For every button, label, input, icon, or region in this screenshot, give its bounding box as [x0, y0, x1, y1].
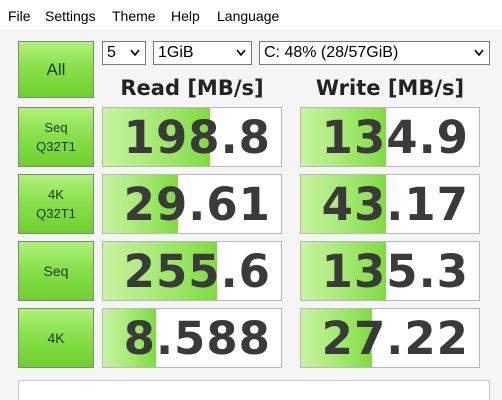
seq-q32t1-button[interactable]: Seq Q32T1 — [18, 107, 94, 167]
4k-button[interactable]: 4K — [18, 308, 94, 368]
drive-select[interactable]: C: 48% (28/57GiB) — [259, 41, 490, 65]
menu-language[interactable]: Language — [217, 7, 279, 25]
menu-settings[interactable]: Settings — [45, 7, 96, 25]
write-value: 135.3 — [321, 245, 469, 298]
crystaldiskmark-window: File Settings Theme Help Language All 5 … — [0, 0, 502, 400]
test-count-value: 5 — [107, 44, 116, 61]
drive-value: C: 48% (28/57GiB) — [264, 44, 399, 61]
menu-theme[interactable]: Theme — [112, 7, 156, 25]
write-value: 134.9 — [321, 111, 469, 164]
seq-q32t1-read-cell: 198.8 — [102, 107, 282, 167]
menu-help[interactable]: Help — [171, 7, 200, 25]
write-value: 27.22 — [321, 312, 469, 365]
write-header: Write [MB/s] — [315, 76, 465, 100]
read-value: 29.61 — [123, 178, 271, 231]
chevron-down-icon — [236, 49, 246, 57]
read-value: 198.8 — [123, 111, 271, 164]
4k-read-cell: 8.588 — [102, 308, 282, 368]
seq-q32t1-write-cell: 134.9 — [300, 107, 480, 167]
test-label-line1: Seq — [44, 120, 68, 135]
test-label-line1: 4K — [48, 187, 64, 202]
chevron-down-icon — [130, 49, 140, 57]
seq-write-cell: 135.3 — [300, 241, 480, 301]
test-label-line1: 4K — [47, 329, 65, 346]
read-header: Read [MB/s] — [120, 76, 264, 100]
test-label-line2: Q32T1 — [36, 139, 76, 154]
menu-file[interactable]: File — [8, 7, 31, 25]
read-value: 255.6 — [123, 245, 271, 298]
test-label-line1: Seq — [43, 262, 69, 279]
menu-bar: File Settings Theme Help Language — [0, 0, 502, 31]
test-label-line2: Q32T1 — [36, 206, 76, 221]
4k-q32t1-read-cell: 29.61 — [102, 174, 282, 234]
test-size-value: 1GiB — [158, 44, 194, 61]
4k-q32t1-write-cell: 43.17 — [300, 174, 480, 234]
test-size-select[interactable]: 1GiB — [153, 41, 252, 65]
all-button-label: All — [46, 59, 66, 79]
chevron-down-icon — [474, 49, 484, 57]
seq-read-cell: 255.6 — [102, 241, 282, 301]
all-button[interactable]: All — [18, 41, 94, 98]
comment-input[interactable] — [18, 380, 490, 400]
4k-write-cell: 27.22 — [300, 308, 480, 368]
seq-button[interactable]: Seq — [18, 241, 94, 301]
test-count-select[interactable]: 5 — [102, 41, 146, 65]
write-value: 43.17 — [321, 178, 469, 231]
read-value: 8.588 — [123, 312, 271, 365]
4k-q32t1-button[interactable]: 4K Q32T1 — [18, 174, 94, 234]
